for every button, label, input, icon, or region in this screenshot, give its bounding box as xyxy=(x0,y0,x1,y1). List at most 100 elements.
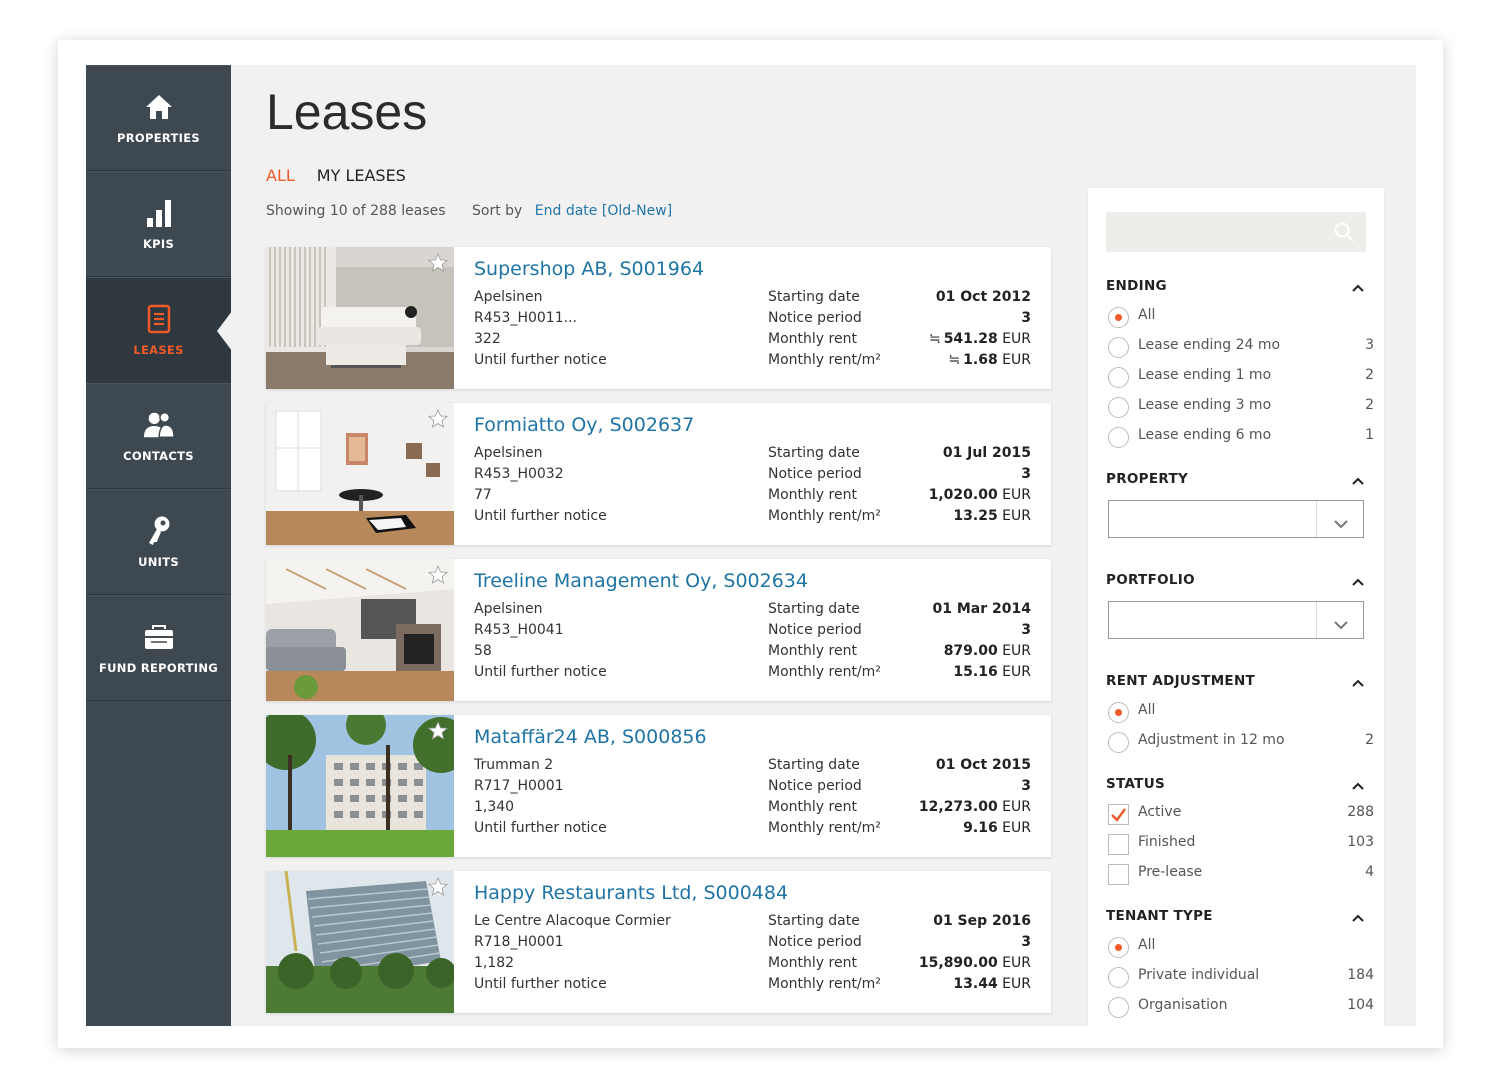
lease-card[interactable]: Formiatto Oy, S002637 Apelsinen R453_H0032… xyxy=(266,403,1051,545)
filter-section-tenant-type[interactable]: TENANT TYPE xyxy=(1106,908,1374,924)
sort-dropdown[interactable]: End date [Old-New] xyxy=(535,203,672,219)
notice-period-value: 3 xyxy=(1021,466,1031,482)
nav-item-fund-reporting[interactable]: FUND REPORTING xyxy=(86,595,231,701)
lease-title[interactable]: Happy Restaurants Ltd, S000484 xyxy=(474,882,788,904)
lease-term: Until further notice xyxy=(474,820,607,836)
option-count: 184 xyxy=(1347,967,1374,983)
monthly-rent-label: Monthly rent xyxy=(768,331,857,347)
lease-card[interactable]: Supershop AB, S001964 Apelsinen R453_H0011… xyxy=(266,247,1051,389)
star-icon[interactable] xyxy=(427,876,449,901)
chevron-up-icon[interactable] xyxy=(1352,574,1364,590)
key-icon xyxy=(143,515,175,547)
chevron-up-icon[interactable] xyxy=(1352,778,1364,794)
chevron-down-icon xyxy=(1334,514,1348,533)
radio-button[interactable] xyxy=(1108,337,1129,358)
star-icon[interactable] xyxy=(427,252,449,277)
chevron-up-icon[interactable] xyxy=(1352,280,1364,296)
lease-card[interactable]: Happy Restaurants Ltd, S000484 Le Centre … xyxy=(266,871,1051,1013)
starting-date-label: Starting date xyxy=(768,601,860,617)
filter-section-title: PROPERTY xyxy=(1106,471,1189,487)
option-label: Lease ending 3 mo xyxy=(1138,397,1272,413)
property-name: Apelsinen xyxy=(474,445,543,461)
radio-button[interactable] xyxy=(1108,967,1129,988)
radio-button[interactable] xyxy=(1108,702,1129,723)
filter-section-portfolio[interactable]: PORTFOLIO xyxy=(1106,572,1374,588)
starting-date-label: Starting date xyxy=(768,445,860,461)
star-icon[interactable] xyxy=(427,720,449,745)
notice-period-value: 3 xyxy=(1021,622,1031,638)
starting-date-label: Starting date xyxy=(768,289,860,305)
chevron-up-icon[interactable] xyxy=(1352,910,1364,926)
lease-field-values: 01 Oct 2015 3 12,273.00 EUR 9.16 EUR xyxy=(919,755,1031,839)
property-name: Trumman 2 xyxy=(474,757,554,773)
filter-radio-option[interactable]: Private individual 184 xyxy=(1108,966,1374,988)
star-icon[interactable] xyxy=(427,564,449,589)
monthly-rent-m2-label: Monthly rent/m² xyxy=(768,508,881,524)
filter-section-rent-adjustment[interactable]: RENT ADJUSTMENT xyxy=(1106,673,1374,689)
nav-item-leases[interactable]: LEASES xyxy=(86,277,232,383)
radio-button[interactable] xyxy=(1108,397,1129,418)
area: 1,182 xyxy=(474,955,515,971)
radio-button[interactable] xyxy=(1108,732,1129,753)
filter-checkbox-option[interactable]: Pre-lease 4 xyxy=(1108,863,1374,885)
filter-checkbox-option[interactable]: Active 288 xyxy=(1108,803,1374,825)
currency: EUR xyxy=(1002,799,1031,815)
filter-radio-option[interactable]: Lease ending 6 mo 1 xyxy=(1108,426,1374,448)
lease-card[interactable]: Treeline Management Oy, S002634 Apelsinen… xyxy=(266,559,1051,701)
option-label: Adjustment in 12 mo xyxy=(1138,732,1285,748)
chevron-up-icon[interactable] xyxy=(1352,675,1364,691)
nav-item-kpis[interactable]: KPIS xyxy=(86,171,231,277)
filter-radio-option[interactable]: Lease ending 24 mo 3 xyxy=(1108,336,1374,358)
lease-title[interactable]: Formiatto Oy, S002637 xyxy=(474,414,694,436)
portfolio-select[interactable] xyxy=(1108,601,1364,639)
lease-card[interactable]: Mataffär24 AB, S000856 Trumman 2 R717_H000… xyxy=(266,715,1051,857)
starting-date-label: Starting date xyxy=(768,913,860,929)
option-label: Private individual xyxy=(1138,967,1260,983)
filter-section-ending[interactable]: ENDING xyxy=(1106,278,1374,294)
filter-section-title: TENANT TYPE xyxy=(1106,908,1213,924)
nav-label: LEASES xyxy=(133,343,184,357)
filter-radio-option[interactable]: All xyxy=(1108,701,1374,723)
filter-checkbox-option[interactable]: Finished 103 xyxy=(1108,833,1374,855)
filter-radio-option[interactable]: All xyxy=(1108,306,1374,328)
radio-button[interactable] xyxy=(1108,307,1129,328)
nav-item-properties[interactable]: PROPERTIES xyxy=(86,65,231,171)
filter-radio-option[interactable]: Lease ending 3 mo 2 xyxy=(1108,396,1374,418)
lease-title[interactable]: Mataffär24 AB, S000856 xyxy=(474,726,707,748)
monthly-rent-value: 12,273.00 xyxy=(918,799,998,815)
unit-id: R717_H0001 xyxy=(474,778,564,794)
nav-item-units[interactable]: UNITS xyxy=(86,489,231,595)
option-count: 103 xyxy=(1347,834,1374,850)
filter-section-title: ENDING xyxy=(1106,278,1167,294)
property-select[interactable] xyxy=(1108,500,1364,538)
star-icon[interactable] xyxy=(427,408,449,433)
radio-button[interactable] xyxy=(1108,427,1129,448)
tab-my-leases[interactable]: MY LEASES xyxy=(317,166,406,185)
filter-radio-option[interactable]: Lease ending 1 mo 2 xyxy=(1108,366,1374,388)
radio-button[interactable] xyxy=(1108,367,1129,388)
radio-button[interactable] xyxy=(1108,937,1129,958)
radio-button[interactable] xyxy=(1108,997,1129,1018)
filter-section-property[interactable]: PROPERTY xyxy=(1106,471,1374,487)
search-icon[interactable] xyxy=(1334,222,1354,246)
lease-title[interactable]: Supershop AB, S001964 xyxy=(474,258,704,280)
monthly-rent-value: 541.28 xyxy=(943,331,998,347)
checkbox[interactable] xyxy=(1108,804,1129,825)
filter-radio-option[interactable]: Adjustment in 12 mo 2 xyxy=(1108,731,1374,753)
unit-id: R453_H0032 xyxy=(474,466,564,482)
monthly-rent-m2-label: Monthly rent/m² xyxy=(768,976,881,992)
tab-all[interactable]: ALL xyxy=(266,166,295,185)
nav-item-contacts[interactable]: CONTACTS xyxy=(86,383,231,489)
filter-radio-option[interactable]: All xyxy=(1108,936,1374,958)
monthly-rent-m2-value: 13.25 xyxy=(953,508,998,524)
search-input[interactable] xyxy=(1106,212,1366,252)
chevron-down-icon xyxy=(1334,615,1348,634)
chevron-up-icon[interactable] xyxy=(1352,473,1364,489)
checkbox[interactable] xyxy=(1108,834,1129,855)
checkbox[interactable] xyxy=(1108,864,1129,885)
filter-section-title: STATUS xyxy=(1106,776,1165,792)
filter-radio-option[interactable]: Organisation 104 xyxy=(1108,996,1374,1018)
filter-section-status[interactable]: STATUS xyxy=(1106,776,1374,792)
lease-title[interactable]: Treeline Management Oy, S002634 xyxy=(474,570,808,592)
option-label: Active xyxy=(1138,804,1182,820)
